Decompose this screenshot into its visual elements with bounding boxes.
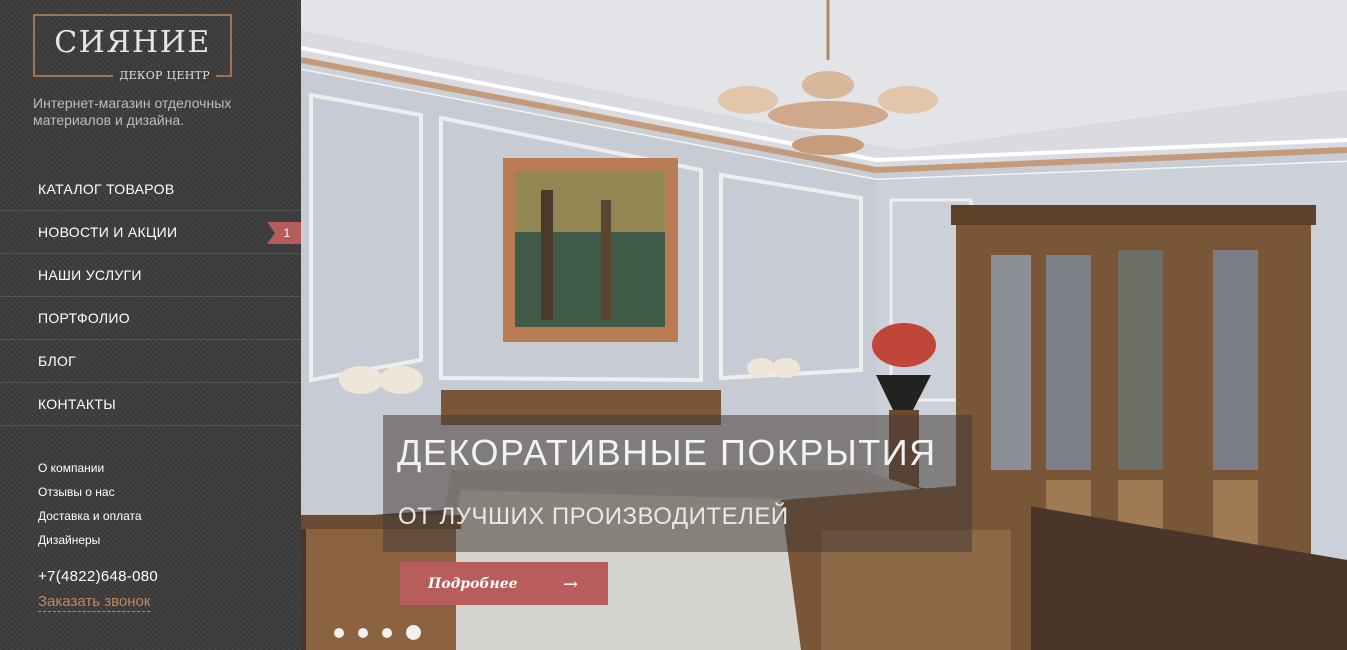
link-designers[interactable]: Дизайнеры xyxy=(38,532,142,556)
slide-dot-3[interactable] xyxy=(382,627,392,638)
logo-title: СИЯНИЕ xyxy=(54,25,211,60)
nav-item-services[interactable]: НАШИ УСЛУГИ xyxy=(0,254,301,297)
nav-item-label: БЛОГ xyxy=(38,353,77,369)
news-count-badge: 1 xyxy=(267,222,301,244)
nav-item-portfolio[interactable]: ПОРТФОЛИО xyxy=(0,297,301,340)
secondary-links: О компании Отзывы о нас Доставка и оплат… xyxy=(38,460,142,556)
slide-dot-1[interactable] xyxy=(334,627,344,638)
slider-pagination xyxy=(334,625,421,640)
nav-item-contacts[interactable]: КОНТАКТЫ xyxy=(0,383,301,426)
nav-item-news[interactable]: НОВОСТИ И АКЦИИ 1 xyxy=(0,211,301,254)
nav-item-blog[interactable]: БЛОГ xyxy=(0,340,301,383)
main-nav: КАТАЛОГ ТОВАРОВ НОВОСТИ И АКЦИИ 1 НАШИ УС… xyxy=(0,168,301,426)
nav-item-label: КАТАЛОГ ТОВАРОВ xyxy=(38,181,175,197)
nav-item-label: НОВОСТИ И АКЦИИ xyxy=(38,224,178,240)
bedroom-interior-image xyxy=(301,0,1347,650)
logo[interactable]: СИЯНИЕ ДЕКОР ЦЕНТР xyxy=(33,14,232,82)
nav-item-catalog[interactable]: КАТАЛОГ ТОВАРОВ xyxy=(0,168,301,211)
phone-number[interactable]: +7(4822)648-080 xyxy=(38,568,158,585)
tagline: Интернет-магазин отделочных материалов и… xyxy=(33,95,232,128)
logo-subtitle: ДЕКОР ЦЕНТР xyxy=(113,69,216,82)
link-about[interactable]: О компании xyxy=(38,460,142,484)
hero-slider: ДЕКОРАТИВНЫЕ ПОКРЫТИЯ ОТ ЛУЧШИХ ПРОИЗВОД… xyxy=(301,0,1347,650)
arrow-right-icon: → xyxy=(562,574,578,595)
nav-item-label: ПОРТФОЛИО xyxy=(38,310,130,326)
slide-subtitle: ОТ ЛУЧШИХ ПРОИЗВОДИТЕЛЕЙ xyxy=(398,503,789,530)
more-button[interactable]: Подробнее → xyxy=(400,562,608,605)
slide-dot-4[interactable] xyxy=(406,625,421,640)
more-button-label: Подробнее xyxy=(428,575,518,592)
nav-item-label: КОНТАКТЫ xyxy=(38,396,116,412)
slide-dot-2[interactable] xyxy=(358,627,368,638)
nav-item-label: НАШИ УСЛУГИ xyxy=(38,267,142,283)
slide-title: ДЕКОРАТИВНЫЕ ПОКРЫТИЯ xyxy=(397,432,937,473)
link-delivery[interactable]: Доставка и оплата xyxy=(38,508,142,532)
link-reviews[interactable]: Отзывы о нас xyxy=(38,484,142,508)
sidebar: СИЯНИЕ ДЕКОР ЦЕНТР Интернет-магазин отде… xyxy=(0,0,301,650)
callback-link[interactable]: Заказать звонок xyxy=(38,593,151,612)
